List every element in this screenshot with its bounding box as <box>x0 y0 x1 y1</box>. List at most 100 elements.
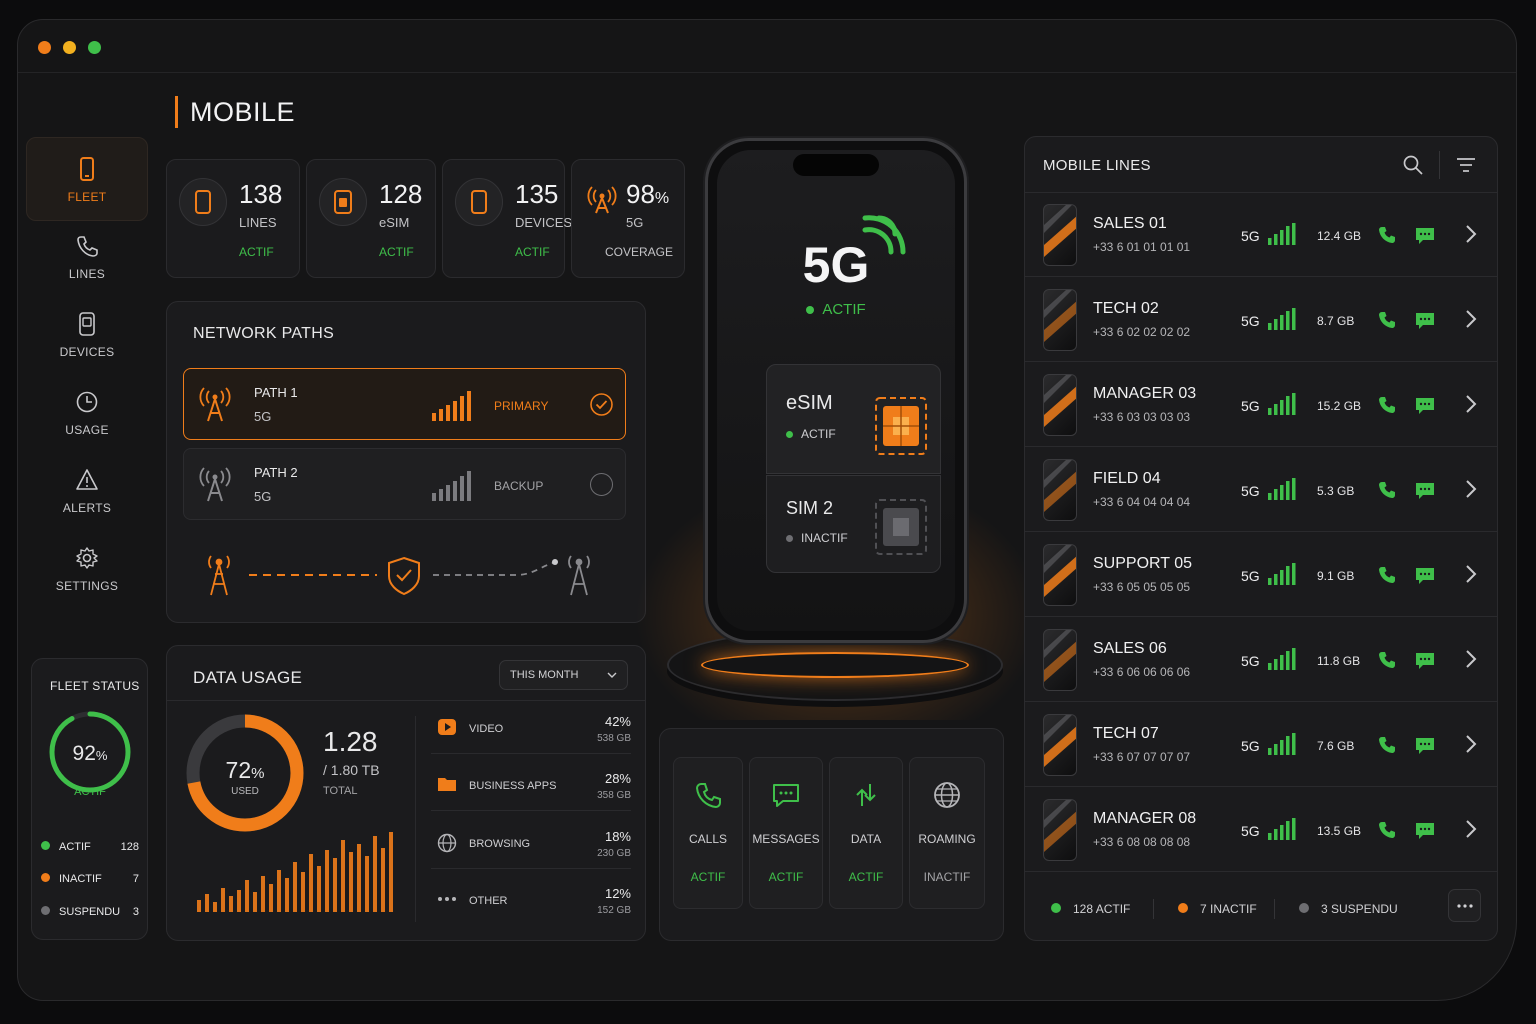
message-icon[interactable] <box>1415 565 1435 585</box>
chevron-right-icon[interactable] <box>1465 394 1477 414</box>
message-icon[interactable] <box>1415 395 1435 415</box>
signal-bars-icon <box>1268 223 1296 245</box>
sidebar-item-lines[interactable]: LINES <box>26 215 148 299</box>
usage-trend-bars <box>197 832 393 912</box>
chevron-right-icon[interactable] <box>1465 649 1477 669</box>
phone-call-icon[interactable] <box>1377 735 1397 755</box>
phone-call-icon[interactable] <box>1377 820 1397 840</box>
chevron-right-icon[interactable] <box>1465 309 1477 329</box>
stat-card-devices[interactable]: 135 DEVICES ACTIF <box>442 159 572 278</box>
phone-call-icon[interactable] <box>1377 565 1397 585</box>
sidebar-item-usage[interactable]: USAGE <box>26 371 148 455</box>
search-icon[interactable] <box>1402 154 1424 176</box>
usage-category-other[interactable]: OTHER 12% 152 GB <box>431 874 631 926</box>
path-row-primary[interactable]: PATH 1 5G PRIMARY <box>183 368 626 440</box>
path-role: BACKUP <box>494 479 544 493</box>
stat-card-lines[interactable]: 138 LINES ACTIF <box>166 159 300 278</box>
signal-bars-icon <box>1268 818 1296 840</box>
close-window-button[interactable] <box>38 41 51 54</box>
mobile-line-row[interactable]: TECH 07 +33 6 07 07 07 07 5G 7.6 GB <box>1025 702 1497 787</box>
usage-category-business-apps[interactable]: BUSINESS APPS 28% 358 GB <box>431 759 631 811</box>
alert-icon <box>76 469 98 490</box>
mobile-lines-panel: MOBILE LINES SALES 01 +33 6 01 01 01 01 5G… <box>1024 136 1498 941</box>
device-thumbnail <box>1043 459 1077 521</box>
play-icon <box>438 719 456 735</box>
message-icon[interactable] <box>1415 735 1435 755</box>
stat-label: LINES <box>239 215 277 230</box>
period-dropdown[interactable]: THIS MONTH <box>499 660 628 690</box>
line-number: +33 6 02 02 02 02 <box>1093 325 1191 339</box>
line-usage: 13.5 GB <box>1317 824 1362 838</box>
message-icon[interactable] <box>1415 820 1435 840</box>
usage-category-browsing[interactable]: BROWSING 18% 230 GB <box>431 817 631 869</box>
chevron-right-icon[interactable] <box>1465 224 1477 244</box>
mobile-line-row[interactable]: MANAGER 08 +33 6 08 08 08 08 5G 13.5 GB <box>1025 787 1497 872</box>
message-icon[interactable] <box>1415 225 1435 245</box>
feature-data[interactable]: DATA ACTIF <box>829 757 903 909</box>
chip-icon <box>875 397 927 455</box>
line-number: +33 6 06 06 06 06 <box>1093 665 1191 679</box>
stat-status: COVERAGE <box>605 245 674 259</box>
checkmark-icon[interactable] <box>590 393 613 416</box>
feature-calls[interactable]: CALLS ACTIF <box>673 757 743 909</box>
usage-category-video[interactable]: VIDEO 42% 538 GB <box>431 702 631 754</box>
phone-call-icon[interactable] <box>1377 310 1397 330</box>
device-thumbnail <box>1043 714 1077 776</box>
phone-call-icon[interactable] <box>1377 225 1397 245</box>
path-route-diagram <box>208 555 590 596</box>
stat-value: 128 <box>379 179 423 209</box>
path-name: PATH 1 <box>254 385 298 400</box>
line-usage: 11.8 GB <box>1317 654 1361 668</box>
message-icon[interactable] <box>1415 480 1435 500</box>
line-number: +33 6 04 04 04 04 <box>1093 495 1191 509</box>
maximize-window-button[interactable] <box>88 41 101 54</box>
sidebar-item-settings[interactable]: SETTINGS <box>26 527 148 611</box>
path-row-backup[interactable]: PATH 2 5G BACKUP <box>183 448 626 520</box>
stat-value: 135 <box>515 179 559 209</box>
mobile-line-row[interactable]: TECH 02 +33 6 02 02 02 02 5G 8.7 GB <box>1025 277 1497 362</box>
mobile-line-row[interactable]: MANAGER 03 +33 6 03 03 03 03 5G 15.2 GB <box>1025 362 1497 447</box>
message-icon[interactable] <box>1415 650 1435 670</box>
phone-call-icon[interactable] <box>1377 395 1397 415</box>
legend-item-suspendu: SUSPENDU 3 <box>41 906 139 918</box>
handset-icon <box>77 236 98 257</box>
mobile-line-row[interactable]: SALES 01 +33 6 01 01 01 01 5G 12.4 GB <box>1025 192 1497 277</box>
stat-label: 5G <box>626 215 644 230</box>
minimize-window-button[interactable] <box>63 41 76 54</box>
line-name: FIELD 04 <box>1093 470 1161 487</box>
page-title: MOBILE <box>175 96 295 128</box>
phone-call-icon[interactable] <box>1377 480 1397 500</box>
chevron-right-icon[interactable] <box>1465 734 1477 754</box>
line-number: +33 6 03 03 03 03 <box>1093 410 1191 424</box>
sidebar-item-label: SETTINGS <box>55 579 119 593</box>
sidebar-item-alerts[interactable]: ALERTS <box>26 449 148 533</box>
sidebar-item-fleet[interactable]: FLEET <box>26 137 148 221</box>
feature-roaming[interactable]: ROAMING INACTIF <box>909 757 985 909</box>
chevron-right-icon[interactable] <box>1465 479 1477 499</box>
phone-call-icon[interactable] <box>1377 650 1397 670</box>
stat-card-esim[interactable]: 128 eSIM ACTIF <box>306 159 436 278</box>
sidebar-item-devices[interactable]: DEVICES <box>26 293 148 377</box>
message-icon[interactable] <box>1415 310 1435 330</box>
device-thumbnail <box>1043 629 1077 691</box>
line-usage: 7.6 GB <box>1317 739 1355 753</box>
chevron-right-icon[interactable] <box>1465 819 1477 839</box>
sim-card-sim2[interactable]: SIM 2 INACTIF <box>766 475 941 573</box>
filter-icon[interactable] <box>1455 155 1477 175</box>
mobile-line-row[interactable]: SALES 06 +33 6 06 06 06 06 5G 11.8 GB <box>1025 617 1497 702</box>
stat-card-coverage[interactable]: 98% 5G COVERAGE <box>571 159 685 278</box>
sim-card-esim[interactable]: eSIM ACTIF <box>766 364 941 474</box>
mobile-line-row[interactable]: SUPPORT 05 +33 6 05 05 05 05 5G 9.1 GB <box>1025 532 1497 617</box>
radio-button[interactable] <box>590 473 613 496</box>
message-icon <box>773 784 799 807</box>
phone-call-icon <box>695 783 721 809</box>
globe-icon <box>934 782 960 808</box>
mobile-line-row[interactable]: FIELD 04 +33 6 04 04 04 04 5G 5.3 GB <box>1025 447 1497 532</box>
phone-icon <box>455 178 503 226</box>
feature-messages[interactable]: MESSAGES ACTIF <box>749 757 823 909</box>
sidebar-item-label: LINES <box>68 267 106 281</box>
line-band: 5G <box>1241 653 1260 669</box>
sidebar-item-label: USAGE <box>65 423 109 437</box>
more-options-button[interactable] <box>1448 889 1481 922</box>
chevron-right-icon[interactable] <box>1465 564 1477 584</box>
